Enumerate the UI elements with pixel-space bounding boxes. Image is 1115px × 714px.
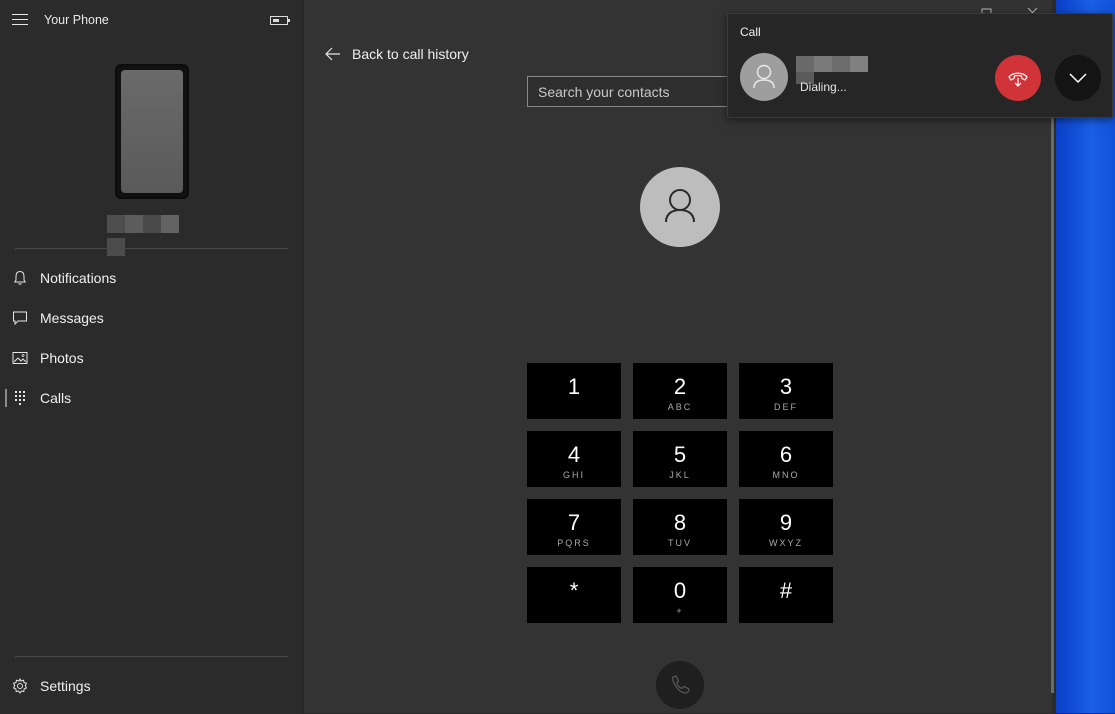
scrollbar[interactable]	[1051, 20, 1054, 693]
dialpad-key-6[interactable]: 6 MNO	[739, 431, 833, 487]
dialpad-key-1[interactable]: 1	[527, 363, 621, 419]
sidebar-divider	[15, 656, 288, 657]
back-label: Back to call history	[352, 46, 469, 62]
phone-name-redacted	[107, 215, 195, 256]
key-digit: 9	[779, 510, 793, 535]
arrow-left-icon	[325, 47, 340, 61]
active-indicator	[5, 389, 7, 407]
app-title: Your Phone	[44, 13, 109, 27]
sidebar-item-label: Photos	[40, 350, 84, 366]
key-digit: 1	[567, 374, 581, 399]
dialpad-key-0[interactable]: 0 +	[633, 567, 727, 623]
key-letters: TUV	[668, 538, 692, 548]
key-digit: 5	[673, 442, 687, 467]
phone-screen	[121, 70, 183, 193]
dialpad-key-5[interactable]: 5 JKL	[633, 431, 727, 487]
sidebar-divider	[15, 248, 288, 249]
person-icon	[753, 64, 775, 89]
key-digit: 7	[567, 510, 581, 535]
dialpad-key-2[interactable]: 2 ABC	[633, 363, 727, 419]
key-digit: 0	[673, 578, 687, 603]
sidebar-item-label: Calls	[40, 390, 72, 406]
key-letters: PQRS	[557, 538, 591, 548]
sidebar-item-photos[interactable]: Photos	[0, 340, 302, 376]
sidebar-item-calls[interactable]: Calls	[0, 380, 302, 416]
hang-up-button[interactable]	[995, 55, 1041, 101]
collapse-button[interactable]	[1055, 55, 1101, 101]
key-digit: #	[779, 578, 793, 603]
search-input[interactable]	[528, 77, 746, 106]
gear-icon	[12, 678, 28, 694]
your-phone-window: Your Phone Notifications Messages Photos…	[0, 0, 1115, 713]
call-popup: Call Dialing...	[727, 13, 1113, 118]
key-letters: +	[676, 606, 684, 616]
contact-search-box[interactable]	[527, 76, 747, 107]
dialpad-key-9[interactable]: 9 WXYZ	[739, 499, 833, 555]
message-icon	[13, 311, 27, 326]
dialpad-icon	[15, 391, 25, 405]
dialpad-key-7[interactable]: 7 PQRS	[527, 499, 621, 555]
sidebar-item-notifications[interactable]: Notifications	[0, 260, 302, 296]
dialpad-key-hash[interactable]: #	[739, 567, 833, 623]
sidebar-item-label: Settings	[40, 678, 91, 694]
key-letters: GHI	[562, 470, 585, 480]
key-digit: *	[569, 578, 579, 603]
hang-up-icon	[1008, 72, 1028, 87]
key-digit: 6	[779, 442, 793, 467]
sidebar-item-label: Messages	[40, 310, 104, 326]
key-digit: 2	[673, 374, 687, 399]
key-letters: ABC	[667, 402, 693, 412]
battery-icon	[270, 16, 290, 25]
photo-icon	[12, 352, 28, 364]
chevron-down-icon	[1069, 73, 1087, 84]
dialpad-key-8[interactable]: 8 TUV	[633, 499, 727, 555]
bell-icon	[13, 270, 27, 285]
sidebar-item-settings[interactable]: Settings	[0, 668, 302, 704]
dialpad-key-4[interactable]: 4 GHI	[527, 431, 621, 487]
sidebar-item-messages[interactable]: Messages	[0, 300, 302, 336]
key-letters: WXYZ	[769, 538, 803, 548]
call-button[interactable]	[656, 661, 704, 709]
dialpad-key-star[interactable]: *	[527, 567, 621, 623]
dialpad-key-3[interactable]: 3 DEF	[739, 363, 833, 419]
popup-title: Call	[740, 25, 761, 39]
key-digit: 8	[673, 510, 687, 535]
key-letters: JKL	[669, 470, 691, 480]
sidebar-item-label: Notifications	[40, 270, 117, 286]
person-icon	[665, 189, 695, 223]
key-letters: MNO	[772, 470, 800, 480]
phone-preview	[115, 64, 189, 199]
call-status: Dialing...	[800, 80, 847, 94]
sidebar: Your Phone Notifications Messages Photos…	[0, 0, 302, 713]
contact-avatar	[640, 167, 720, 247]
key-letters: DEF	[774, 402, 798, 412]
key-digit: 3	[779, 374, 793, 399]
caller-avatar	[740, 53, 788, 101]
key-digit: 4	[567, 442, 581, 467]
hamburger-menu-icon[interactable]	[12, 14, 28, 26]
phone-icon	[672, 675, 690, 694]
